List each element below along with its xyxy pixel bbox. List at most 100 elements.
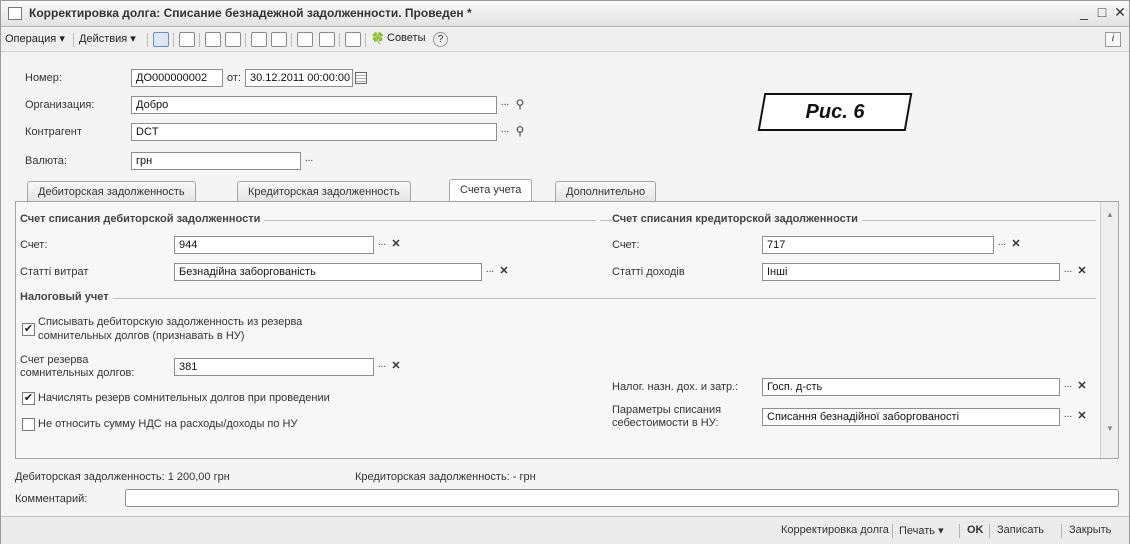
income-item-field[interactable]: Інші — [762, 263, 1060, 281]
tab-additional[interactable]: Дополнительно — [555, 181, 657, 202]
adjust-debt-button[interactable]: Корректировка долга — [781, 524, 889, 536]
contractor-select-button[interactable]: ... — [497, 125, 513, 141]
organization-label: Организация: — [25, 99, 95, 111]
debit-account-label: Счет: — [20, 239, 48, 251]
group-divider — [20, 298, 1096, 299]
expense-item-label: Статті витрат — [20, 266, 89, 278]
toolbar-separator — [339, 33, 340, 47]
toolbar-separator — [73, 33, 74, 47]
toolbar-separator — [147, 33, 148, 47]
actions-menu[interactable]: Действия ▾ — [79, 32, 136, 45]
tab-receivables[interactable]: Дебиторская задолженность — [27, 181, 196, 202]
comment-field[interactable] — [125, 489, 1119, 507]
cost-params-field[interactable]: Списання безнадійної заборгованості — [762, 408, 1060, 426]
movements-icon[interactable] — [205, 32, 221, 47]
calendar-icon[interactable] — [355, 72, 367, 84]
contractor-search-icon[interactable]: ⚲ — [513, 124, 527, 140]
panel-scrollbar[interactable]: ▲ ▼ — [1100, 202, 1118, 458]
vat-label: Не относить сумму НДС на расходы/доходы … — [38, 418, 298, 430]
post-document-icon[interactable] — [179, 32, 195, 47]
writeoff-reserve-label-line1: Списывать дебиторскую задолженность из р… — [38, 316, 303, 328]
receivables-total: Дебиторская задолженность: 1 200,00 грн — [15, 471, 230, 483]
organization-search-icon[interactable]: ⚲ — [513, 97, 527, 113]
expense-item-clear-icon[interactable]: ✕ — [498, 264, 510, 280]
operation-menu[interactable]: Операция ▾ — [5, 32, 65, 45]
date-field[interactable]: 30.12.2011 00:00:00 — [245, 69, 353, 87]
minimize-button[interactable]: _ — [1075, 4, 1093, 20]
tax-purpose-clear-icon[interactable]: ✕ — [1076, 379, 1088, 395]
writeoff-reserve-label-line2: сомнительных долгов (признавать в НУ) — [38, 330, 245, 342]
statusbar-separator — [989, 524, 990, 538]
structure-icon[interactable] — [153, 32, 169, 47]
accounts-panel: Счет списания дебиторской задолженности … — [15, 201, 1119, 459]
accrue-reserve-checkbox[interactable]: ✔ — [22, 392, 35, 405]
income-item-clear-icon[interactable]: ✕ — [1076, 264, 1088, 280]
payables-total: Кредиторская задолженность: - грн — [355, 471, 536, 483]
figure-annotation-text: Рис. 6 — [805, 101, 865, 123]
help-icon[interactable]: ? — [433, 32, 448, 47]
tax-purpose-select-button[interactable]: ... — [1060, 380, 1076, 396]
toolbar-separator — [199, 33, 200, 47]
tax-purpose-field[interactable]: Госп. д-сть — [762, 378, 1060, 396]
credit-account-select-button[interactable]: ... — [994, 238, 1010, 254]
close-window-button[interactable]: ✕ — [1111, 4, 1129, 21]
currency-field[interactable]: грн — [131, 152, 301, 170]
income-item-select-button[interactable]: ... — [1060, 265, 1076, 281]
close-button[interactable]: Закрыть — [1069, 524, 1111, 536]
cost-params-label-1: Параметры списания — [612, 404, 722, 416]
vat-checkbox[interactable] — [22, 418, 35, 431]
document-icon — [8, 7, 22, 20]
tab-payables[interactable]: Кредиторская задолженность — [237, 181, 411, 202]
statusbar-separator — [1061, 524, 1062, 538]
sort-icon[interactable] — [297, 32, 313, 47]
organization-field[interactable]: Добро — [131, 96, 497, 114]
number-label: Номер: — [25, 72, 62, 84]
advice-icon: 🍀 — [371, 33, 385, 45]
save-button[interactable]: Записать — [997, 524, 1044, 536]
reserve-account-clear-icon[interactable]: ✕ — [390, 359, 402, 375]
based-on-icon[interactable] — [251, 32, 267, 47]
cost-params-clear-icon[interactable]: ✕ — [1076, 409, 1088, 425]
currency-label: Валюта: — [25, 155, 67, 167]
related-docs-icon[interactable] — [271, 32, 287, 47]
expense-item-field[interactable]: Безнадійна заборгованість — [174, 263, 482, 281]
scroll-down-icon[interactable]: ▼ — [1104, 424, 1116, 436]
title-bar: Корректировка долга: Списание безнадежно… — [1, 1, 1129, 27]
debit-account-field[interactable]: 944 — [174, 236, 374, 254]
debit-account-clear-icon[interactable]: ✕ — [390, 237, 402, 253]
accrue-reserve-label: Начислять резерв сомнительных долгов при… — [38, 392, 330, 404]
list-icon[interactable] — [345, 32, 361, 47]
statusbar-separator — [892, 524, 893, 538]
statusbar-separator — [959, 524, 960, 538]
expense-item-select-button[interactable]: ... — [482, 265, 498, 281]
reserve-account-field[interactable]: 381 — [174, 358, 374, 376]
cost-params-label-2: себестоимости в НУ: — [612, 417, 719, 429]
reserve-account-label-2: сомнительных долгов: — [20, 367, 135, 379]
credit-account-label: Счет: — [612, 239, 640, 251]
window-title: Корректировка долга: Списание безнадежно… — [29, 6, 472, 20]
credit-account-field[interactable]: 717 — [762, 236, 994, 254]
toolbar-separator — [245, 33, 246, 47]
report-icon[interactable] — [319, 32, 335, 47]
tips-button[interactable]: Советы — [387, 32, 425, 44]
tab-accounts[interactable]: Счета учета — [449, 179, 533, 202]
contractor-field[interactable]: DCT — [131, 123, 497, 141]
credit-account-clear-icon[interactable]: ✕ — [1010, 237, 1022, 253]
info-icon[interactable]: i — [1105, 32, 1121, 47]
date-label: от: — [227, 72, 241, 84]
ok-button[interactable]: OK — [967, 524, 984, 536]
organization-select-button[interactable]: ... — [497, 98, 513, 114]
number-field[interactable]: ДО000000002 — [131, 69, 223, 87]
scroll-up-icon[interactable]: ▲ — [1104, 210, 1116, 222]
debit-account-select-button[interactable]: ... — [374, 238, 390, 254]
writeoff-reserve-checkbox[interactable]: ✔ — [22, 323, 35, 336]
maximize-button[interactable]: □ — [1093, 4, 1111, 20]
currency-select-button[interactable]: ... — [301, 154, 317, 170]
reserve-account-label-1: Счет резерва — [20, 354, 89, 366]
print-menu-button[interactable]: Печать ▾ — [899, 524, 944, 537]
reserve-account-select-button[interactable]: ... — [374, 360, 390, 376]
toolbar-separator — [291, 33, 292, 47]
copy-icon[interactable] — [225, 32, 241, 47]
cost-params-select-button[interactable]: ... — [1060, 410, 1076, 426]
toolbar-separator — [365, 33, 366, 47]
